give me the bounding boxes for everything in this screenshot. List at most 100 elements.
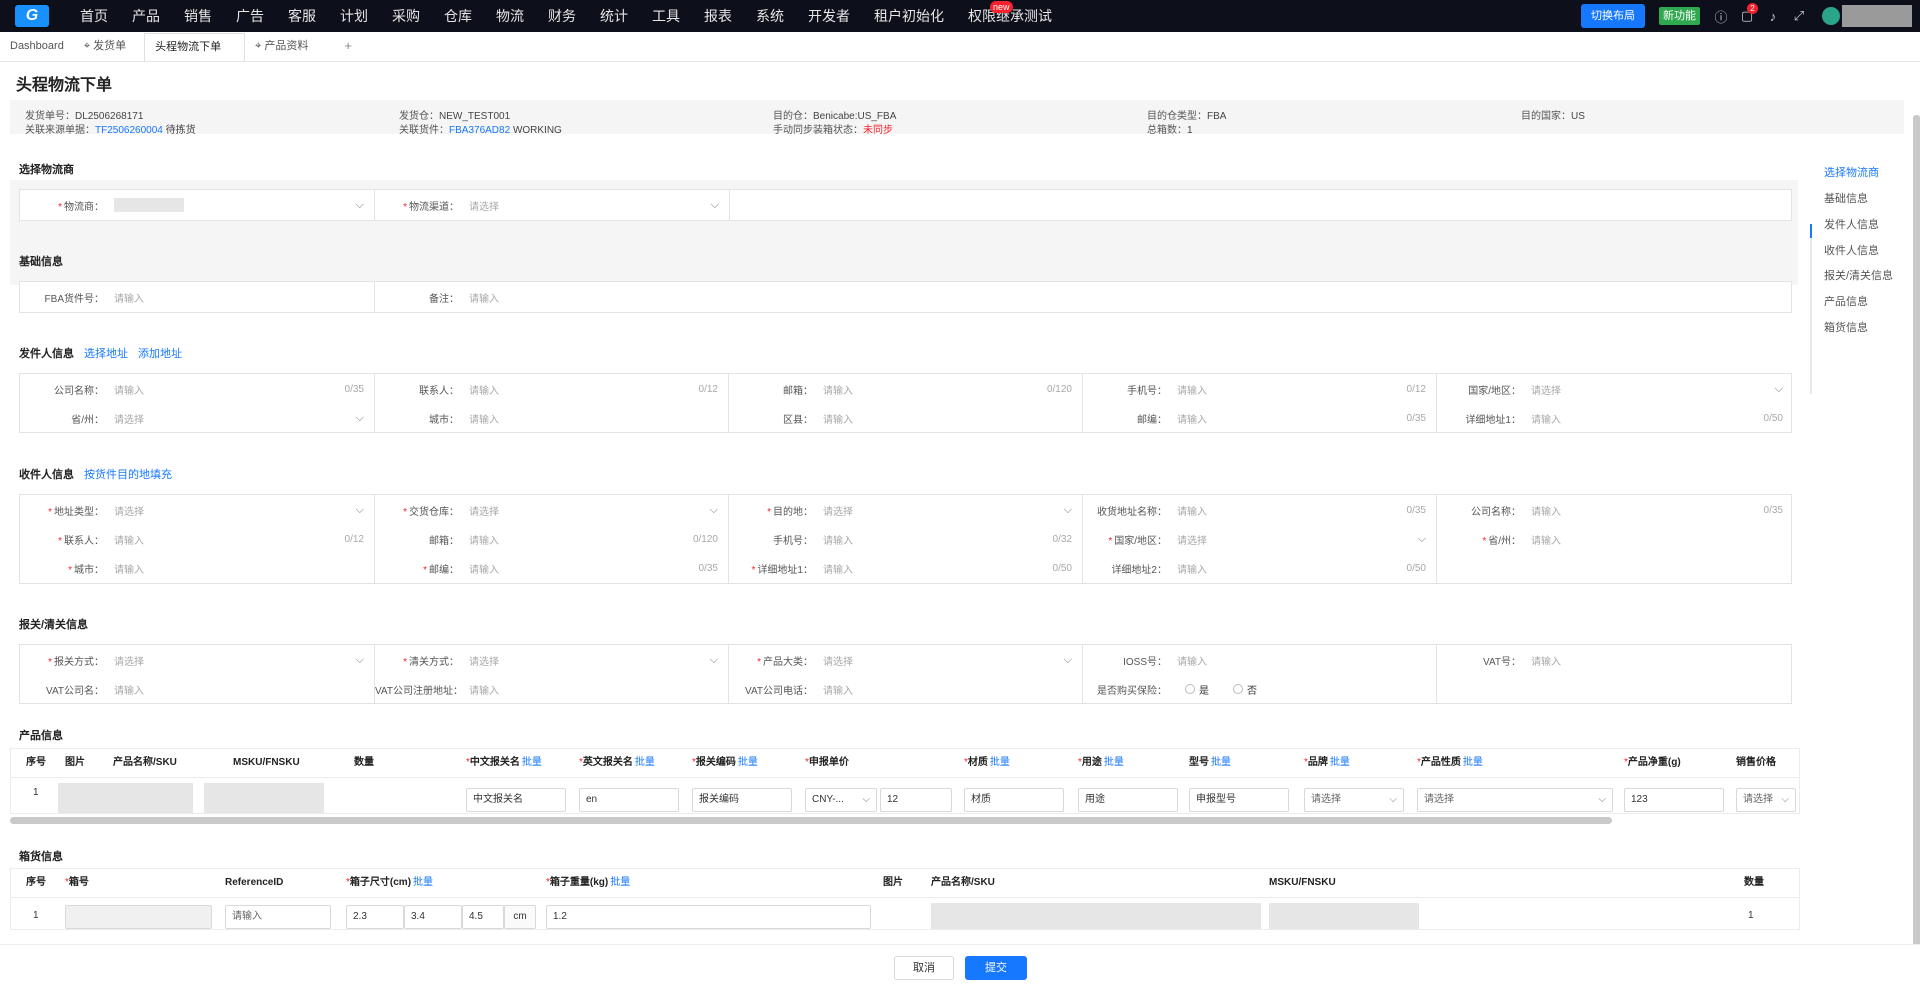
nav-warehouse[interactable]: 仓库	[432, 0, 484, 32]
batch-link[interactable]: 批量	[738, 757, 758, 768]
currency-select[interactable]: CNY-... ⌵	[805, 788, 877, 812]
source-link[interactable]: TF2506260004	[95, 125, 163, 136]
material-input[interactable]: 材质	[964, 788, 1064, 812]
price-input[interactable]: 12	[880, 788, 952, 812]
recv-country[interactable]: * 国家/地区： 请选择 ⌵	[1083, 524, 1437, 554]
fill-by-destination-link[interactable]: 按货件目的地填充	[84, 469, 172, 481]
recv-postcode[interactable]: * 邮编： 请输入 0/35	[375, 553, 729, 583]
width-input[interactable]: 3.4	[404, 905, 462, 929]
vat-field[interactable]: VAT号： 请输入	[1437, 645, 1793, 675]
recv-address1[interactable]: * 详细地址1： 请输入 0/50	[729, 553, 1083, 583]
anchor-sender[interactable]: 发件人信息	[1824, 216, 1879, 232]
avatar[interactable]	[1822, 7, 1840, 25]
products-hscrollbar[interactable]	[10, 817, 1612, 824]
recv-destination[interactable]: * 目的地： 请选择 ⌵	[729, 495, 1083, 525]
height-input[interactable]: 4.5	[462, 905, 504, 929]
anchor-receiver[interactable]: 收件人信息	[1824, 242, 1879, 258]
nav-system[interactable]: 系统	[744, 0, 796, 32]
batch-link[interactable]: 批量	[1104, 757, 1124, 768]
sender-phone[interactable]: 手机号： 请输入 0/12	[1083, 374, 1437, 404]
anchor-boxes[interactable]: 箱货信息	[1824, 319, 1868, 335]
sender-postcode[interactable]: 邮编： 请输入 0/35	[1083, 403, 1437, 433]
box-weight-input[interactable]: 1.2	[546, 905, 871, 929]
nature-select[interactable]: 请选择 ⌵	[1417, 788, 1613, 812]
nav-plan[interactable]: 计划	[328, 0, 380, 32]
tab-first-mile-order[interactable]: 头程物流下单	[144, 33, 246, 61]
length-input[interactable]: 2.3	[346, 905, 404, 929]
remark-field[interactable]: 备注： 请输入	[375, 282, 1793, 312]
nav-logistics[interactable]: 物流	[484, 0, 536, 32]
nav-home[interactable]: 首页	[68, 0, 120, 32]
batch-link[interactable]: 批量	[522, 757, 542, 768]
fba-no-field[interactable]: FBA货件号： 请输入	[20, 282, 375, 312]
tab-shipment[interactable]: ⌖ 发货单	[74, 31, 136, 61]
app-logo[interactable]: G	[12, 0, 52, 32]
batch-link[interactable]: 批量	[1463, 757, 1483, 768]
nav-tools[interactable]: 工具	[640, 0, 692, 32]
sender-company[interactable]: 公司名称： 请输入 0/35	[20, 374, 375, 404]
clear-mode[interactable]: * 清关方式： 请选择 ⌵	[375, 645, 729, 675]
nav-purchase[interactable]: 采购	[380, 0, 432, 32]
cn-name-input[interactable]: 中文报关名	[466, 788, 566, 812]
recv-email[interactable]: 邮箱： 请输入 0/120	[375, 524, 729, 554]
sender-country[interactable]: 国家/地区： 请选择 ⌵	[1437, 374, 1793, 404]
anchor-carrier[interactable]: 选择物流商	[1824, 164, 1879, 180]
bell-icon[interactable]: ♪	[1760, 9, 1786, 24]
tab-dashboard[interactable]: Dashboard	[0, 31, 74, 61]
product-category[interactable]: * 产品大类： 请选择 ⌵	[729, 645, 1083, 675]
vat-phone[interactable]: VAT公司电话： 请输入	[729, 674, 1083, 704]
sender-email[interactable]: 邮箱： 请输入 0/120	[729, 374, 1083, 404]
sender-city[interactable]: 城市： 请输入	[375, 403, 729, 433]
nav-permission-test[interactable]: 权限继承测试 new	[956, 0, 1064, 32]
nav-stats[interactable]: 统计	[588, 0, 640, 32]
insurance-yes-radio[interactable]	[1185, 684, 1195, 694]
nav-finance[interactable]: 财务	[536, 0, 588, 32]
username-blurred[interactable]	[1842, 5, 1912, 27]
anchor-basic[interactable]: 基础信息	[1824, 190, 1868, 206]
vat-address[interactable]: VAT公司注册地址： 请输入	[375, 674, 729, 704]
nav-product[interactable]: 产品	[120, 0, 172, 32]
batch-link[interactable]: 批量	[1330, 757, 1350, 768]
en-name-input[interactable]: en	[579, 788, 679, 812]
nav-reports[interactable]: 报表	[692, 0, 744, 32]
export-mode[interactable]: * 报关方式： 请选择 ⌵	[20, 645, 375, 675]
add-address-link[interactable]: 添加地址	[138, 348, 182, 360]
recv-contact[interactable]: * 联系人： 请输入 0/12	[20, 524, 375, 554]
add-tab-button[interactable]: +	[334, 31, 362, 61]
cancel-button[interactable]: 取消	[894, 956, 954, 980]
sender-province[interactable]: 省/州： 请选择 ⌵	[20, 403, 375, 433]
switch-layout-button[interactable]: 切换布局	[1581, 4, 1645, 28]
sender-contact[interactable]: 联系人： 请输入 0/12	[375, 374, 729, 404]
submit-button[interactable]: 提交	[965, 956, 1027, 980]
fullscreen-icon[interactable]: ⤢	[1786, 8, 1812, 24]
help-icon[interactable]: ⓘ	[1708, 7, 1734, 26]
batch-link[interactable]: 批量	[1211, 757, 1231, 768]
nav-sales[interactable]: 销售	[172, 0, 224, 32]
batch-link[interactable]: 批量	[610, 877, 630, 888]
new-feature-button[interactable]: 新功能	[1659, 7, 1700, 25]
nav-developer[interactable]: 开发者	[796, 0, 862, 32]
carrier-field[interactable]: * 物流商： ⌵	[20, 190, 375, 220]
nav-ads[interactable]: 广告	[224, 0, 276, 32]
recv-delivery-wh[interactable]: * 交货仓库： 请选择 ⌵	[375, 495, 729, 525]
recv-address2[interactable]: 详细地址2： 请输入 0/50	[1083, 553, 1437, 583]
sale-price-select[interactable]: 请选择 ⌵	[1736, 788, 1796, 812]
tab-product-data[interactable]: ⌖ 产品资料	[245, 31, 318, 61]
recv-addr-type[interactable]: * 地址类型： 请选择 ⌵	[20, 495, 375, 525]
select-address-link[interactable]: 选择地址	[84, 348, 128, 360]
hs-code-input[interactable]: 报关编码	[692, 788, 792, 812]
channel-field[interactable]: * 物流渠道： 请选择 ⌵	[375, 190, 730, 220]
recv-company[interactable]: 公司名称： 请输入 0/35	[1437, 495, 1793, 525]
recv-address-name[interactable]: 收货地址名称： 请输入 0/35	[1083, 495, 1437, 525]
sender-district[interactable]: 区县： 请输入	[729, 403, 1083, 433]
sender-address1[interactable]: 详细地址1： 请输入 0/50	[1437, 403, 1793, 433]
ref-id-input[interactable]: 请输入	[225, 905, 331, 929]
ioss-field[interactable]: IOSS号： 请输入	[1083, 645, 1437, 675]
recv-province[interactable]: * 省/州： 请输入	[1437, 524, 1793, 554]
batch-link[interactable]: 批量	[635, 757, 655, 768]
anchor-products[interactable]: 产品信息	[1824, 293, 1868, 309]
vat-company[interactable]: VAT公司名： 请输入	[20, 674, 375, 704]
shipment-link[interactable]: FBA376AD82	[449, 125, 510, 136]
page-vscrollbar[interactable]	[1913, 115, 1920, 975]
brand-select[interactable]: 请选择 ⌵	[1304, 788, 1404, 812]
